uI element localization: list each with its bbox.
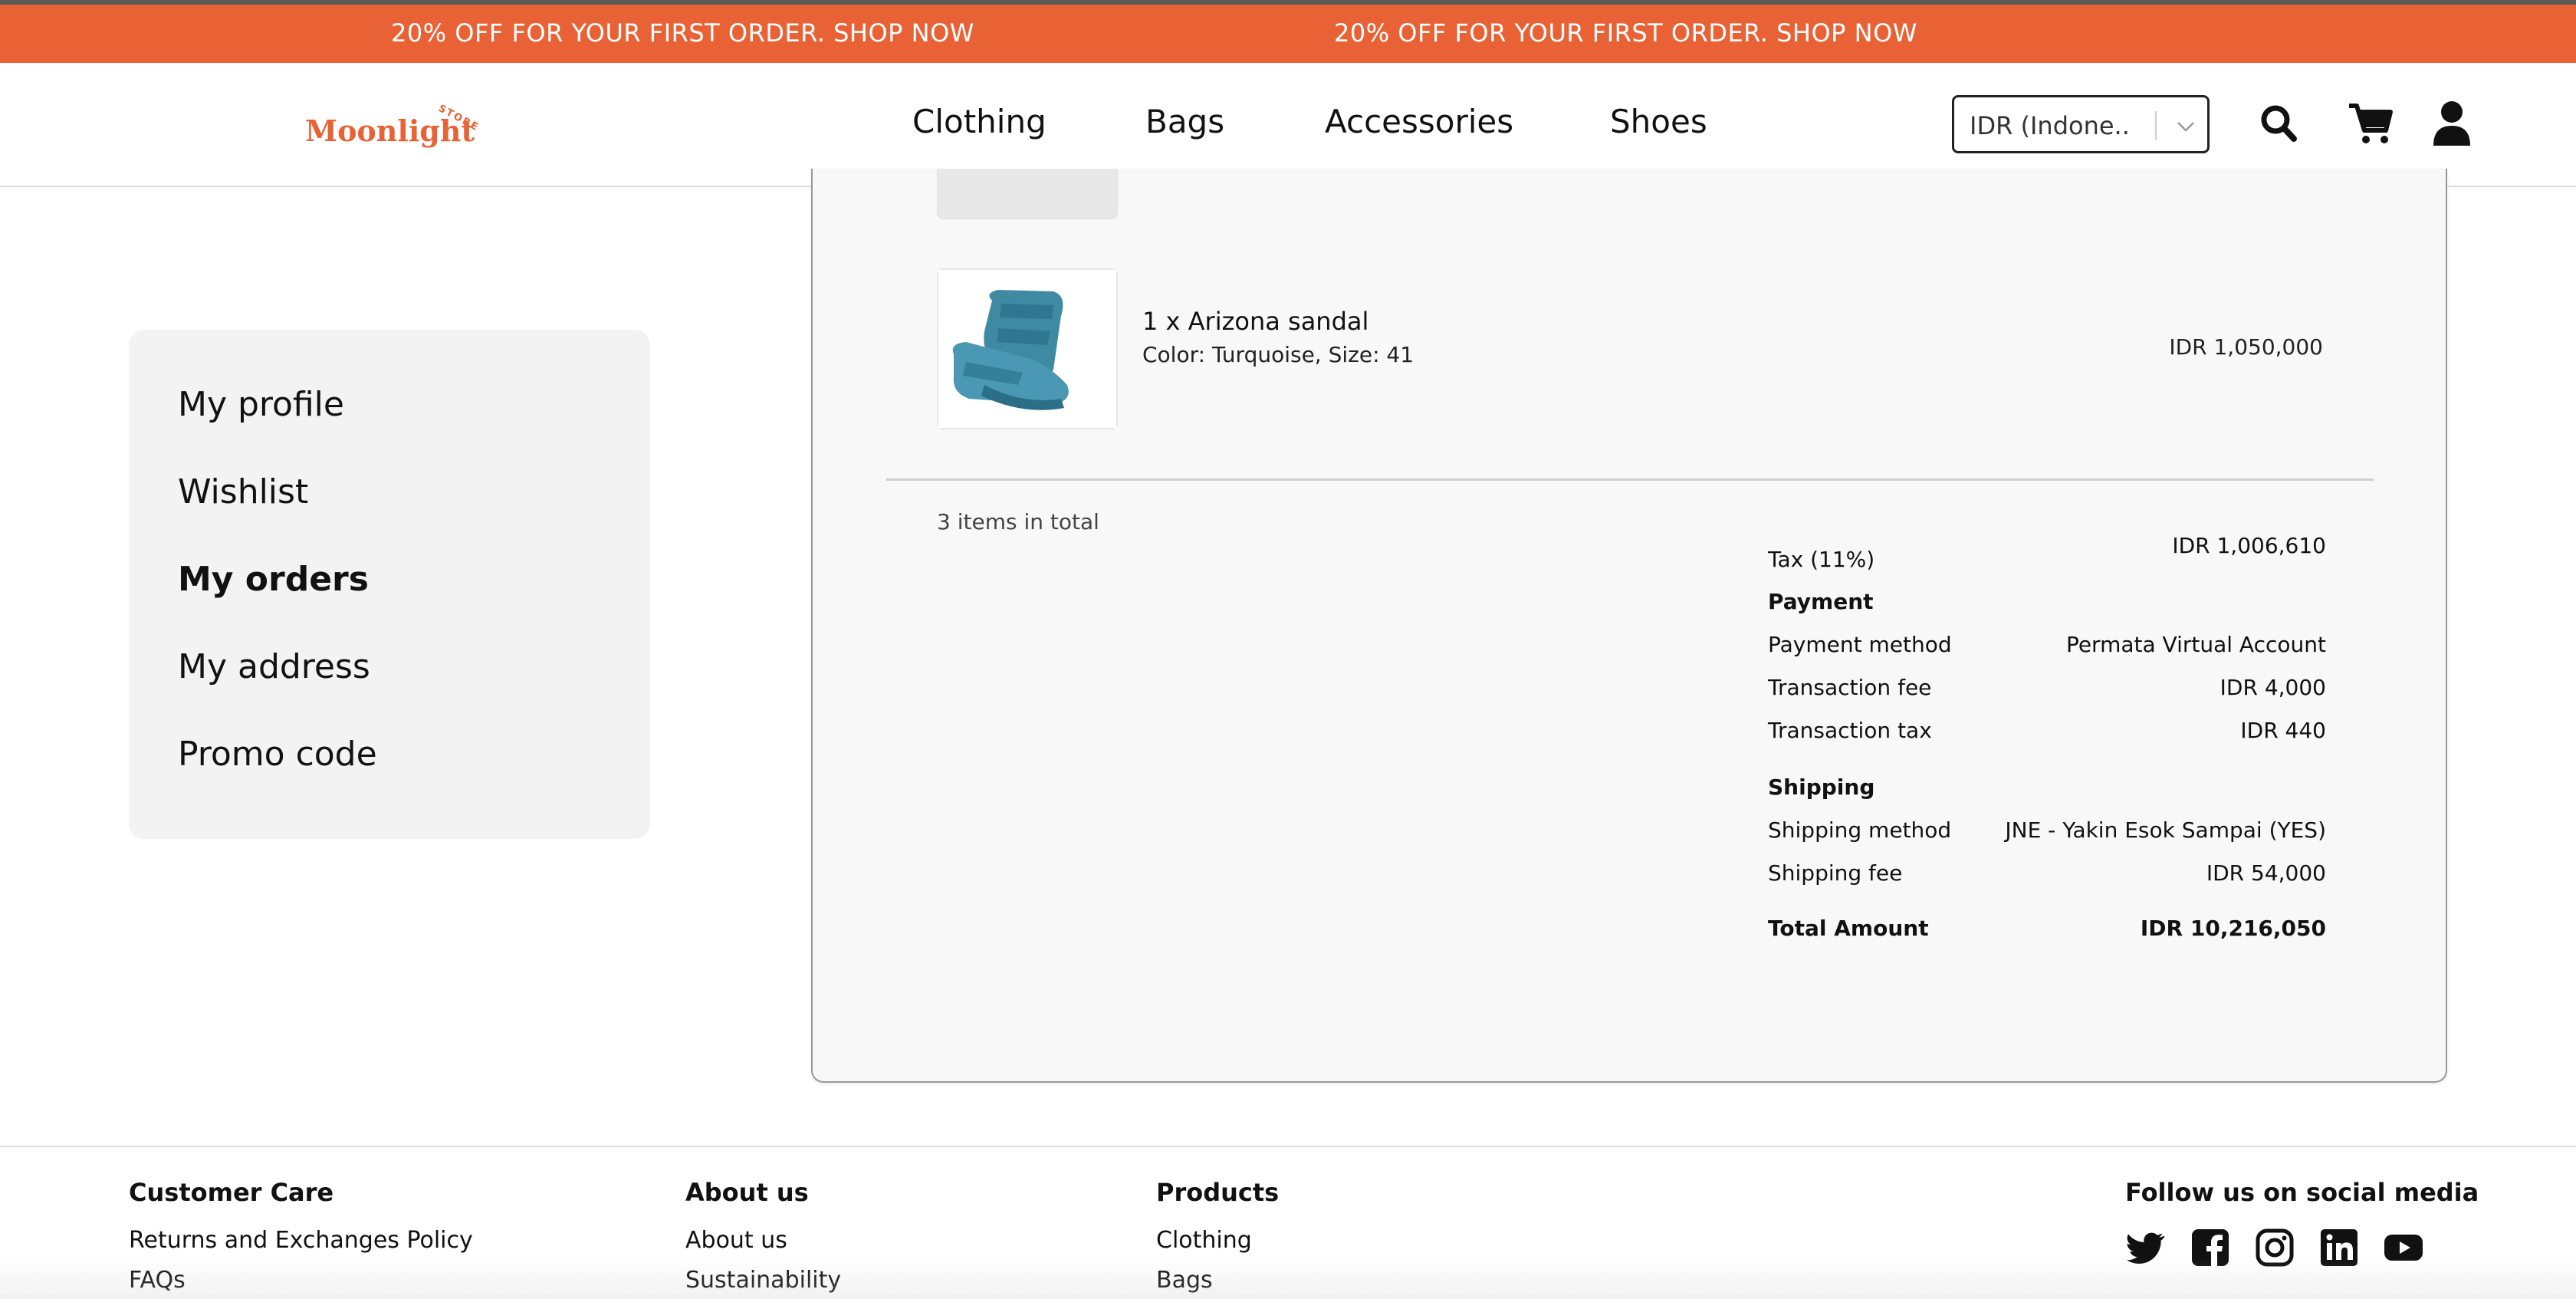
footer-heading: About us (685, 1178, 809, 1207)
promo-text[interactable]: 20% OFF FOR YOUR FIRST ORDER. SHOP NOW (391, 18, 974, 48)
facebook-icon[interactable] (2190, 1227, 2231, 1268)
user-icon[interactable] (2427, 97, 2476, 149)
shipping-heading: Shipping (1768, 774, 1875, 800)
order-item-name[interactable]: 1 x Arizona sandal (1142, 307, 1368, 336)
site-footer: Customer Care Returns and Exchanges Poli… (0, 1146, 2576, 1299)
select-divider (2155, 111, 2157, 140)
divider (886, 478, 2374, 481)
brand-logo[interactable]: Moonlight STORE (305, 103, 489, 156)
nav-item-clothing[interactable]: Clothing (912, 103, 1046, 140)
promo-text[interactable]: 20% OFF FOR YOUR FIRST ORDER. SHOP NOW (1334, 18, 1917, 48)
shipping-method-value: JNE - Yakin Esok Sampai (YES) (2005, 817, 2326, 843)
shipping-fee-value: IDR 54,000 (2206, 860, 2326, 886)
shipping-fee-label: Shipping fee (1768, 860, 1903, 886)
tax-label: Tax (11%) (1768, 547, 1875, 572)
footer-products: Products Clothing Bags (1156, 1178, 1279, 1299)
sidebar-item-my-profile[interactable]: My profile (178, 385, 344, 424)
sidebar-item-my-address[interactable]: My address (178, 647, 370, 686)
currency-value: IDR (Indone... (1970, 111, 2131, 140)
footer-heading: Products (1156, 1178, 1280, 1207)
order-details-card: 1 x Arizona sandal Color: Turquoise, Siz… (811, 169, 2447, 1083)
payment-method-value: Permata Virtual Account (2065, 632, 2326, 657)
cart-icon[interactable] (2346, 97, 2395, 149)
chevron-down-icon (2177, 122, 2194, 132)
footer-link-clothing[interactable]: Clothing (1156, 1227, 1279, 1267)
order-item-variant: Color: Turquoise, Size: 41 (1142, 342, 1414, 367)
footer-link-about-us[interactable]: About us (685, 1227, 841, 1267)
shipping-method-label: Shipping method (1768, 817, 1952, 843)
instagram-icon[interactable] (2254, 1227, 2295, 1268)
twitter-icon[interactable] (2125, 1227, 2167, 1268)
transaction-tax-label: Transaction tax (1768, 718, 1932, 743)
footer-customer-care: Customer Care Returns and Exchanges Poli… (129, 1178, 473, 1299)
transaction-tax-value: IDR 440 (2240, 718, 2326, 743)
footer-link-bags[interactable]: Bags (1156, 1267, 1279, 1299)
footer-heading: Customer Care (129, 1178, 334, 1207)
youtube-icon[interactable] (2383, 1227, 2424, 1268)
nav-item-bags[interactable]: Bags (1145, 103, 1224, 140)
payment-method-label: Payment method (1768, 632, 1952, 657)
footer-link-sustainability[interactable]: Sustainability (685, 1267, 841, 1299)
transaction-fee-label: Transaction fee (1768, 675, 1932, 700)
sidebar-item-my-orders[interactable]: My orders (178, 560, 369, 599)
order-item-price: IDR 1,050,000 (2169, 334, 2323, 360)
account-sidebar: My profile Wishlist My orders My address… (129, 330, 650, 839)
items-count: 3 items in total (937, 509, 1099, 534)
promo-banner[interactable]: 20% OFF FOR YOUR FIRST ORDER. SHOP NOW 2… (0, 0, 2576, 63)
currency-select[interactable]: IDR (Indone... (1952, 95, 2210, 153)
product-image[interactable] (937, 268, 1118, 429)
transaction-fee-value: IDR 4,000 (2220, 675, 2326, 700)
nav-item-accessories[interactable]: Accessories (1325, 103, 1513, 140)
footer-link-returns-policy[interactable]: Returns and Exchanges Policy (129, 1227, 473, 1267)
nav-item-shoes[interactable]: Shoes (1610, 103, 1707, 140)
footer-social: Follow us on social media (2125, 1178, 2479, 1267)
footer-heading: Follow us on social media (2125, 1178, 2479, 1207)
total-amount-value: IDR 10,216,050 (2140, 916, 2326, 941)
payment-heading: Payment (1768, 589, 1874, 614)
product-image (937, 169, 1118, 219)
sandal-image (938, 270, 1116, 428)
sidebar-item-wishlist[interactable]: Wishlist (178, 472, 308, 511)
footer-link-faqs[interactable]: FAQs (129, 1267, 473, 1299)
tax-value: IDR 1,006,610 (2172, 533, 2326, 558)
linkedin-icon[interactable] (2318, 1227, 2360, 1268)
search-icon[interactable] (2254, 97, 2303, 149)
sidebar-item-promo-code[interactable]: Promo code (178, 735, 377, 774)
total-amount-label: Total Amount (1768, 916, 1929, 941)
footer-about: About us About us Sustainability (685, 1178, 841, 1299)
